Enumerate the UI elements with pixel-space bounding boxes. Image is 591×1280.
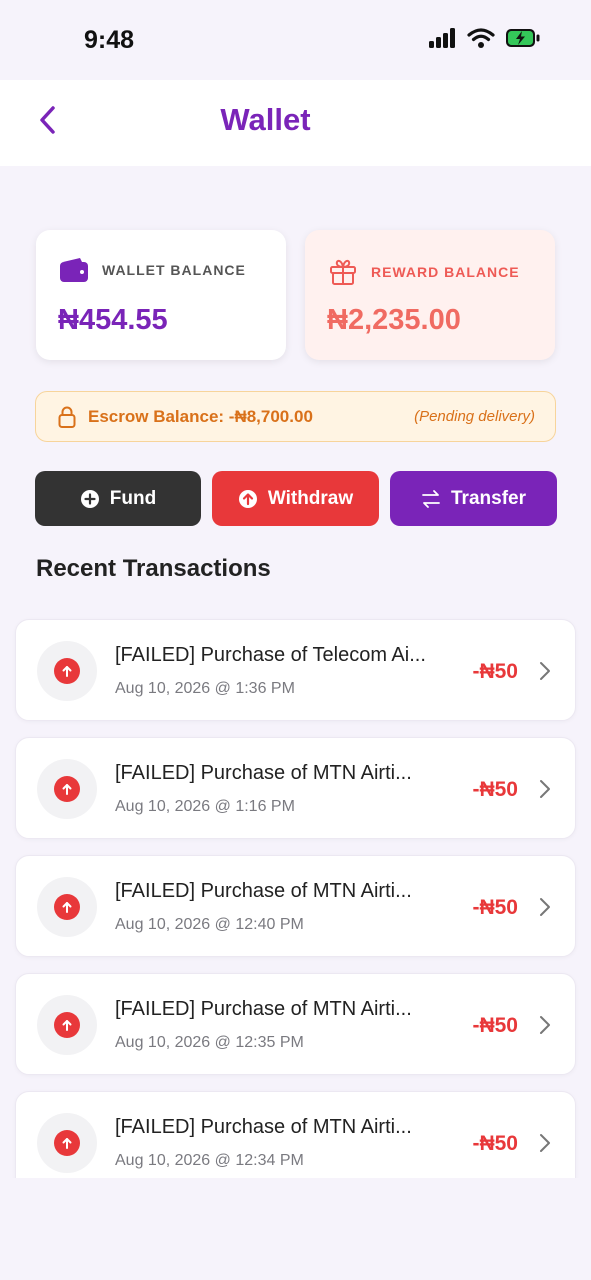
- transaction-amount: -₦50: [472, 778, 518, 801]
- transaction-item[interactable]: [FAILED] Purchase of Telecom Ai... Aug 1…: [15, 619, 576, 721]
- transfer-button-label: Transfer: [451, 487, 526, 509]
- transaction-date: Aug 10, 2026 @ 1:36 PM: [115, 680, 295, 697]
- withdraw-button[interactable]: Withdraw: [212, 471, 379, 526]
- escrow-balance-text: Escrow Balance: -₦8,700.00: [88, 407, 313, 426]
- transaction-amount: -₦50: [472, 660, 518, 683]
- transaction-icon-wrapper: [37, 1113, 97, 1173]
- reward-balance-amount: ₦2,235.00: [327, 304, 461, 336]
- plus-circle-icon: [80, 489, 99, 508]
- wallet-balance-amount: ₦454.55: [58, 304, 168, 336]
- status-time: 9:48: [84, 26, 135, 54]
- transaction-item[interactable]: [FAILED] Purchase of MTN Airti... Aug 10…: [15, 973, 576, 1075]
- app-header: Wallet: [0, 80, 591, 166]
- arrow-up-circle-icon: [54, 1012, 80, 1038]
- reward-balance-card: REWARD BALANCE ₦2,235.00: [305, 230, 555, 360]
- chevron-right-icon: [540, 1016, 550, 1034]
- wallet-balance-label: WALLET BALANCE: [102, 262, 246, 278]
- fund-button-label: Fund: [109, 487, 157, 509]
- chevron-right-icon: [540, 1134, 550, 1152]
- transaction-title: [FAILED] Purchase of Telecom Ai...: [115, 644, 426, 666]
- transaction-item[interactable]: [FAILED] Purchase of MTN Airti... Aug 10…: [15, 737, 576, 839]
- battery-charging-icon: [506, 29, 540, 47]
- reward-balance-header: REWARD BALANCE: [329, 258, 520, 286]
- transaction-title: [FAILED] Purchase of MTN Airti...: [115, 998, 412, 1020]
- status-bar: 9:48: [0, 0, 591, 80]
- wifi-icon: [467, 28, 495, 48]
- transaction-icon-wrapper: [37, 641, 97, 701]
- arrow-up-circle-icon: [54, 658, 80, 684]
- wallet-balance-header: WALLET BALANCE: [60, 258, 246, 282]
- transaction-item[interactable]: [FAILED] Purchase of MTN Airti... Aug 10…: [15, 855, 576, 957]
- transaction-icon-wrapper: [37, 995, 97, 1055]
- wallet-balance-card: WALLET BALANCE ₦454.55: [36, 230, 286, 360]
- lock-icon: [58, 406, 76, 428]
- transaction-date: Aug 10, 2026 @ 12:34 PM: [115, 1152, 304, 1169]
- transaction-title: [FAILED] Purchase of MTN Airti...: [115, 1116, 412, 1138]
- transaction-date: Aug 10, 2026 @ 12:35 PM: [115, 1034, 304, 1051]
- transaction-icon-wrapper: [37, 877, 97, 937]
- chevron-right-icon: [540, 662, 550, 680]
- transaction-amount: -₦50: [472, 896, 518, 919]
- escrow-pending-note: (Pending delivery): [414, 408, 535, 425]
- arrow-up-circle-icon: [54, 776, 80, 802]
- wallet-icon: [60, 258, 88, 282]
- bottom-area: [0, 1178, 591, 1280]
- arrow-up-circle-icon: [54, 1130, 80, 1156]
- withdraw-button-label: Withdraw: [267, 487, 354, 509]
- transaction-amount: -₦50: [472, 1014, 518, 1037]
- transfer-button[interactable]: Transfer: [390, 471, 557, 526]
- arrow-up-circle-icon: [54, 894, 80, 920]
- transaction-icon-wrapper: [37, 759, 97, 819]
- reward-balance-label: REWARD BALANCE: [371, 264, 520, 280]
- transaction-date: Aug 10, 2026 @ 12:40 PM: [115, 916, 304, 933]
- escrow-balance-banner: Escrow Balance: -₦8,700.00 (Pending deli…: [35, 391, 556, 442]
- transaction-amount: -₦50: [472, 1132, 518, 1155]
- recent-transactions-heading: Recent Transactions: [36, 555, 271, 582]
- gift-icon: [330, 259, 356, 285]
- arrow-up-circle-icon: [238, 489, 257, 508]
- fund-button[interactable]: Fund: [35, 471, 201, 526]
- transfer-arrows-icon: [422, 489, 440, 508]
- signal-icon: [429, 28, 455, 48]
- transaction-title: [FAILED] Purchase of MTN Airti...: [115, 880, 412, 902]
- chevron-right-icon: [540, 898, 550, 916]
- chevron-right-icon: [540, 780, 550, 798]
- page-title: Wallet: [220, 102, 311, 137]
- status-icons: [429, 28, 541, 48]
- transaction-date: Aug 10, 2026 @ 1:16 PM: [115, 798, 295, 815]
- transaction-title: [FAILED] Purchase of MTN Airti...: [115, 762, 412, 784]
